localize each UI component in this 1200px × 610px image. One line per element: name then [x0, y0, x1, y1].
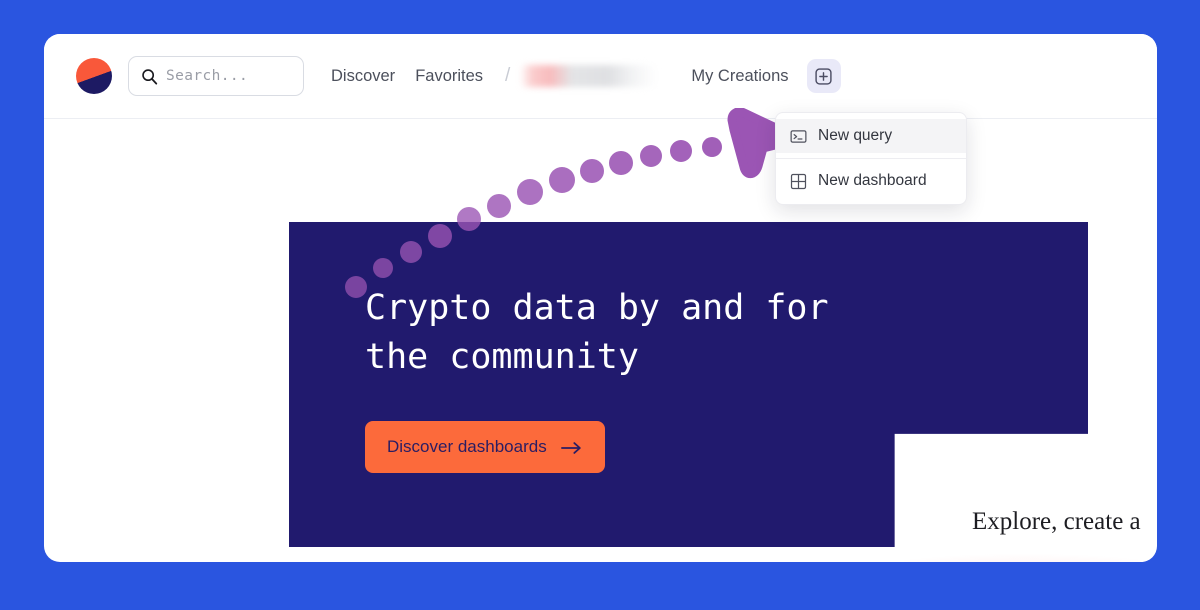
- hero-banner: Crypto data by and for the community Dis…: [289, 222, 1088, 547]
- nav-links-group: Discover Favorites / My Creations: [321, 59, 841, 93]
- search-input[interactable]: Search...: [128, 56, 304, 96]
- arrow-right-icon: [560, 440, 583, 454]
- menu-item-new-query-label: New query: [818, 127, 893, 144]
- hero-title: Crypto data by and for the community: [365, 288, 829, 377]
- pink-gradient-wash: [904, 554, 1157, 562]
- top-navigation-bar: Search... Discover Favorites / My Creati…: [44, 34, 1157, 119]
- breadcrumb-separator: /: [505, 65, 511, 86]
- discover-dashboards-button[interactable]: Discover dashboards: [365, 421, 605, 473]
- terminal-icon: [790, 128, 807, 145]
- discover-dashboards-label: Discover dashboards: [387, 437, 547, 456]
- create-new-button[interactable]: [806, 59, 841, 93]
- grid-icon: [790, 173, 807, 190]
- dune-logo-icon[interactable]: [76, 58, 112, 94]
- menu-item-new-query[interactable]: New query: [776, 119, 966, 153]
- create-new-dropdown-menu: New query New dashboard: [775, 112, 967, 205]
- menu-item-new-dashboard[interactable]: New dashboard: [776, 164, 966, 198]
- search-icon: [141, 68, 158, 85]
- screen-root: Search... Discover Favorites / My Creati…: [0, 0, 1200, 610]
- menu-item-new-dashboard-label: New dashboard: [818, 172, 927, 189]
- search-placeholder-text: Search...: [166, 68, 249, 84]
- nav-link-discover[interactable]: Discover: [321, 61, 405, 92]
- app-window-card: Search... Discover Favorites / My Creati…: [44, 34, 1157, 562]
- explore-create-text: Explore, create a: [972, 508, 1141, 535]
- plus-square-icon: [814, 67, 833, 86]
- redacted-workspace-name[interactable]: [520, 65, 658, 87]
- menu-divider: [776, 158, 966, 159]
- nav-link-my-creations[interactable]: My Creations: [691, 67, 788, 86]
- nav-link-favorites[interactable]: Favorites: [405, 61, 493, 92]
